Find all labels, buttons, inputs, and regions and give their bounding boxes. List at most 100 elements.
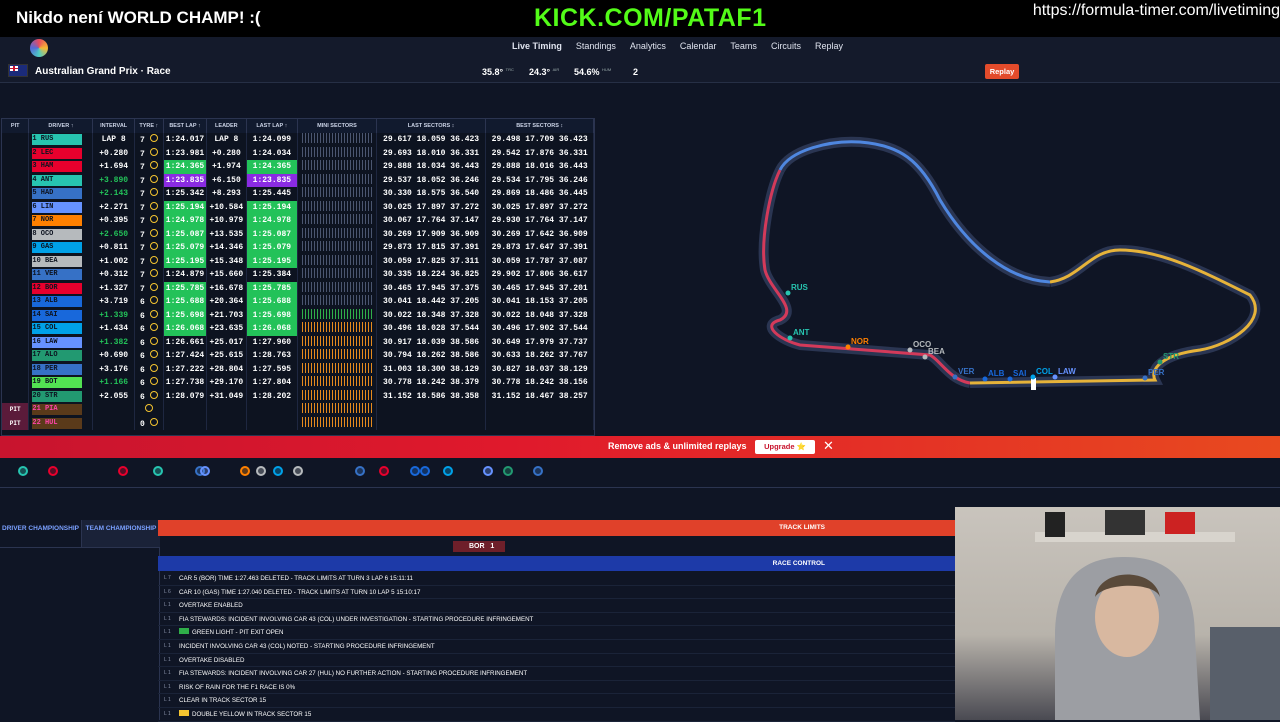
car-label: NOR	[851, 337, 869, 346]
table-row[interactable]: 5 HAD +2.143 7 1:25.342 +8.293 1:25.445 30.33…	[2, 187, 594, 201]
column-header[interactable]: MINI SECTORS	[297, 119, 377, 133]
best-lap-cell	[163, 403, 208, 417]
table-row[interactable]: 10 BEA +1.002 7 1:25.195 +15.348 1:25.195 30.…	[2, 254, 594, 268]
race-control-message: L 7 CAR 5 (BOR) TIME 1:27.463 DELETED - T…	[158, 572, 955, 586]
table-row[interactable]: 20 STR +2.055 6 1:28.079 +31.049 1:28.202 31.…	[2, 389, 594, 403]
race-control-message: L 1 OVERTAKE ENABLED	[158, 599, 955, 613]
column-header[interactable]: BEST SECTORS ↕	[485, 119, 594, 133]
table-row[interactable]: 3 HAM +1.694 7 1:24.365 +1.974 1:24.365 29.88…	[2, 160, 594, 174]
best-lap-cell: 1:24.879	[163, 268, 208, 282]
column-header[interactable]: LAST SECTORS ↕	[376, 119, 487, 133]
column-header[interactable]: DRIVER ↑	[28, 119, 94, 133]
race-control-list: L 7 CAR 5 (BOR) TIME 1:27.463 DELETED - T…	[158, 572, 955, 722]
medium-tyre-icon	[149, 147, 158, 156]
driver-cell: 1 RUS	[28, 133, 94, 147]
tyre-cell: 6	[134, 295, 164, 309]
column-header[interactable]: TYRE ↑	[134, 119, 164, 133]
gap-marker	[48, 466, 58, 476]
table-row[interactable]: 17 ALO +0.690 6 1:27.424 +25.615 1:28.763 30.…	[2, 349, 594, 363]
gap-marker	[379, 466, 389, 476]
table-row[interactable]: 11 VER +0.312 7 1:24.879 +15.660 1:25.384 30.…	[2, 268, 594, 282]
table-row[interactable]: PIT 22 HUL 0	[2, 416, 594, 430]
table-row[interactable]: 18 PER +3.176 6 1:27.222 +28.804 1:27.595 31.…	[2, 362, 594, 376]
table-row[interactable]: 13 ALB +3.719 6 1:25.688 +20.364 1:25.688 30.…	[2, 295, 594, 309]
best-lap-cell: 1:23.981	[163, 146, 208, 160]
best-sectors-cell: 30.496 17.902 37.544	[485, 322, 594, 336]
table-row[interactable]: 4 ANT +3.890 7 1:23.835 +6.150 1:23.835 29.53…	[2, 173, 594, 187]
race-control-message: L 1 CLEAR IN TRACK SECTOR 15	[158, 694, 955, 708]
best-lap-cell: 1:27.738	[163, 376, 208, 390]
interval-cell: +1.327	[92, 281, 135, 295]
driver-cell: 19 BOT	[28, 376, 94, 390]
tab-team-championship[interactable]: TEAM CHAMPIONSHIP	[82, 520, 160, 548]
table-row[interactable]: 1 RUS LAP 87 1:24.017 LAP 8 1:24.099 29.617 …	[2, 133, 594, 147]
table-row[interactable]: PIT 21 PIA	[2, 403, 594, 417]
best-lap-cell: 1:25.079	[163, 241, 208, 255]
leader-gap-cell	[206, 403, 247, 417]
last-sectors-cell: 30.778 18.242 38.379	[376, 376, 487, 390]
table-row[interactable]: 19 BOT +1.166 6 1:27.738 +29.170 1:27.804 30.…	[2, 376, 594, 390]
medium-tyre-icon	[149, 201, 158, 210]
mini-sectors-cell	[297, 376, 377, 390]
column-header[interactable]: LEADER	[206, 119, 247, 133]
best-sectors-cell: 30.025 17.897 37.272	[485, 200, 594, 214]
last-lap-cell: 1:25.384	[246, 268, 299, 282]
tab-driver-championship[interactable]: DRIVER CHAMPIONSHIP	[0, 520, 82, 548]
table-row[interactable]: 9 GAS +0.811 7 1:25.079 +14.346 1:25.079 29.8…	[2, 241, 594, 255]
humidity: 54.6% HUM	[574, 67, 612, 77]
nav-replay[interactable]: Replay	[808, 41, 850, 51]
car-marker	[1157, 359, 1163, 365]
replay-button[interactable]: Replay	[985, 64, 1019, 79]
interval-cell: +3.890	[92, 173, 135, 187]
nav-calendar[interactable]: Calendar	[673, 41, 724, 51]
stream-overlay-bar: Nikdo není WORLD CHAMP! :( KICK.COM/PATA…	[0, 0, 1280, 37]
column-header[interactable]: LAST LAP ↑	[246, 119, 299, 133]
leader-gap-cell: +25.017	[206, 335, 247, 349]
table-row[interactable]: 2 LEC +0.280 7 1:23.981 +0.280 1:24.034 29.69…	[2, 146, 594, 160]
table-row[interactable]: 8 OCO +2.650 7 1:25.087 +13.535 1:25.087 30.2…	[2, 227, 594, 241]
car-marker	[982, 376, 988, 382]
nav-circuits[interactable]: Circuits	[764, 41, 808, 51]
best-sectors-cell: 31.152 18.467 38.257	[485, 389, 594, 403]
nav-standings[interactable]: Standings	[569, 41, 623, 51]
mini-sectors-cell	[297, 160, 377, 174]
interval-cell: +2.055	[92, 389, 135, 403]
gap-timeline	[0, 460, 1280, 488]
medium-tyre-icon	[149, 282, 158, 291]
gap-marker	[256, 466, 266, 476]
green-flag-icon	[179, 628, 189, 635]
stream-message: Nikdo není WORLD CHAMP! :(	[16, 8, 261, 27]
last-sectors-cell: 29.617 18.059 36.423	[376, 133, 487, 147]
table-row[interactable]: 14 SAI +1.339 6 1:25.698 +21.703 1:25.698 30.…	[2, 308, 594, 322]
nav-analytics[interactable]: Analytics	[623, 41, 673, 51]
interval-cell: +1.434	[92, 322, 135, 336]
last-sectors-cell	[376, 416, 487, 430]
nav-teams[interactable]: Teams	[723, 41, 764, 51]
gap-marker	[533, 466, 543, 476]
column-header[interactable]: BEST LAP ↑	[163, 119, 208, 133]
nav-live-timing[interactable]: Live Timing	[505, 41, 569, 51]
app-logo-icon[interactable]	[30, 39, 48, 57]
driver-cell: 21 PIA	[28, 403, 94, 417]
last-sectors-cell: 30.330 18.575 36.540	[376, 187, 487, 201]
leader-gap-cell: +31.049	[206, 389, 247, 403]
table-row[interactable]: 6 LIN +2.271 7 1:25.194 +10.584 1:25.194 30.0…	[2, 200, 594, 214]
best-lap-cell: 1:26.661	[163, 335, 208, 349]
race-control-message: L 1 FIA STEWARDS: INCIDENT INVOLVING CAR …	[158, 613, 955, 627]
close-icon[interactable]: ✕	[823, 438, 834, 454]
last-sectors-cell: 29.693 18.010 36.331	[376, 146, 487, 160]
main-nav: Live Timing Standings Analytics Calendar Tea…	[505, 41, 850, 51]
column-header[interactable]: PIT	[2, 119, 30, 133]
table-row[interactable]: 15 COL +1.434 6 1:26.068 +23.635 1:26.068 30.…	[2, 322, 594, 336]
pit-cell: PIT	[2, 416, 30, 430]
championship-tabs: DRIVER CHAMPIONSHIP TEAM CHAMPIONSHIP	[0, 520, 160, 720]
table-row[interactable]: 12 BOR +1.327 7 1:25.785 +16.678 1:25.785 30.…	[2, 281, 594, 295]
table-row[interactable]: 7 NOR +0.395 7 1:24.978 +10.979 1:24.978 30.0…	[2, 214, 594, 228]
table-row[interactable]: 16 LAW +1.382 6 1:26.661 +25.017 1:27.960 30.…	[2, 335, 594, 349]
best-sectors-cell: 29.498 17.709 36.423	[485, 133, 594, 147]
mini-sectors-cell	[297, 362, 377, 376]
leader-gap-cell: +0.280	[206, 146, 247, 160]
wind: 2	[633, 67, 639, 77]
upgrade-button[interactable]: Upgrade ⭐	[755, 440, 815, 454]
column-header[interactable]: INTERVAL	[92, 119, 135, 133]
